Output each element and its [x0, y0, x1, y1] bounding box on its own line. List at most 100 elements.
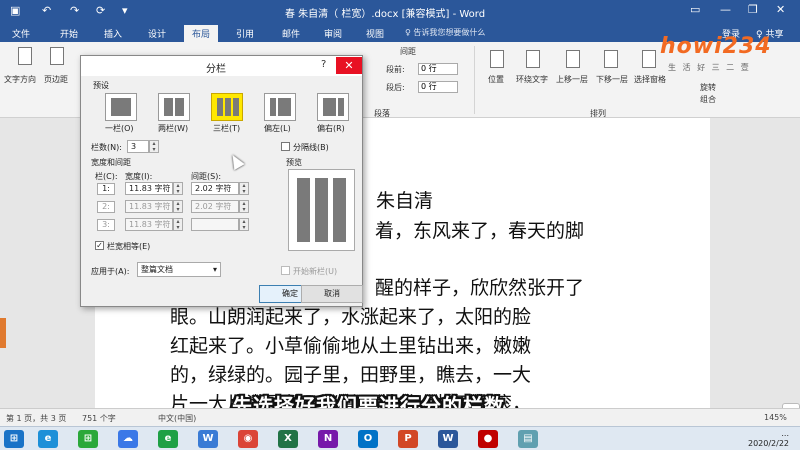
column-width-spinner[interactable]: ▴ ▾ [173, 182, 183, 195]
watermark-text: howi234 [660, 34, 772, 59]
clock-time: ... [781, 429, 790, 438]
tab-home[interactable]: 开始 [60, 27, 78, 40]
doc-line: 红起来了。小草偷偷地从土里钻出来，嫩嫩 [170, 335, 532, 357]
column-spacing-input: 2.02 字符 [191, 200, 239, 213]
preset-one-column[interactable] [105, 93, 137, 121]
preset-label: 偏左(L) [264, 124, 291, 133]
tell-me-search[interactable]: ♀ 告诉我您想要做什么 [405, 27, 485, 38]
num-columns-input[interactable]: 3 [127, 140, 149, 153]
line-between-label: 分隔线(B) [293, 143, 329, 152]
preview-box [288, 169, 355, 251]
equal-width-label: 栏宽相等(E) [107, 242, 151, 251]
dialog-close-button[interactable]: ✕ [336, 57, 362, 74]
bring-forward-label[interactable]: 上移一层 [556, 74, 588, 85]
cancel-button[interactable]: 取消 [301, 285, 363, 303]
wrap-text-label[interactable]: 环绕文字 [516, 74, 548, 85]
window-title: 春 朱自清（ 栏宽）.docx [兼容模式] - Word [285, 9, 486, 20]
column-width-spinner: ▴ ▾ [173, 218, 183, 231]
tab-references[interactable]: 引用 [236, 27, 254, 40]
outlook-icon[interactable]: O [358, 430, 378, 448]
bring-forward-icon[interactable] [566, 50, 580, 68]
wps-icon[interactable]: W [198, 430, 218, 448]
margins-label[interactable]: 页边距 [44, 74, 68, 85]
zoom-level[interactable]: 145% [764, 413, 787, 422]
spacing-header: 间距(S): [191, 172, 222, 181]
column-spacing-spinner[interactable]: ▴ ▾ [239, 182, 249, 195]
preview-label: 预览 [286, 158, 302, 167]
refresh-icon[interactable]: ⟳ [96, 4, 105, 17]
position-icon[interactable] [490, 50, 504, 68]
preset-right[interactable] [317, 93, 349, 121]
watermark-logo: howi234 生 活 好 三 二 壹 [660, 30, 772, 80]
text-direction-label[interactable]: 文字方向 [4, 74, 36, 85]
send-backward-label[interactable]: 下移一层 [596, 74, 628, 85]
clock-date: 2020/2/22 [748, 439, 790, 448]
selection-pane-icon[interactable] [642, 50, 656, 68]
column-spacing-input[interactable]: 2.02 字符 [191, 182, 239, 195]
tab-layout[interactable]: 布局 [184, 25, 219, 42]
space-before-input[interactable]: 0 行 [418, 63, 458, 75]
tab-file[interactable]: 文件 [12, 27, 30, 40]
apply-to-select[interactable]: 整篇文档 ▾ [137, 262, 221, 277]
space-after-input[interactable]: 0 行 [418, 81, 458, 93]
doc-line: 朱自清 [376, 190, 434, 212]
wrap-text-icon[interactable] [526, 50, 540, 68]
send-backward-icon[interactable] [604, 50, 618, 68]
onenote-icon[interactable]: N [318, 430, 338, 448]
tab-insert[interactable]: 插入 [104, 27, 122, 40]
undo-icon[interactable]: ↶ [42, 4, 51, 17]
column-width-input[interactable]: 11.83 字符 [125, 182, 173, 195]
rotate-button[interactable]: 旋转 [700, 82, 716, 93]
group-button[interactable]: 组合 [700, 94, 716, 105]
start-icon[interactable]: ⊞ [4, 430, 24, 448]
ribbon-display-icon[interactable]: ▭ [690, 3, 700, 16]
tab-design[interactable]: 设计 [148, 27, 166, 40]
equal-width-checkbox[interactable]: ✓ [95, 241, 104, 250]
word-icon[interactable]: W [438, 430, 458, 448]
tool-icon[interactable]: ▤ [518, 430, 538, 448]
margins-icon[interactable] [50, 47, 64, 65]
taskbar-clock[interactable]: ... 2020/2/22 [748, 429, 789, 449]
presets-label: 预设 [93, 81, 109, 90]
cloud-icon[interactable]: ☁ [118, 430, 138, 448]
dialog-title: 分栏 [206, 64, 226, 75]
ie2-icon[interactable]: e [158, 430, 178, 448]
apply-to-value: 整篇文档 [141, 265, 173, 274]
maximize-icon[interactable]: ❐ [748, 3, 758, 16]
store-icon[interactable]: ⊞ [78, 430, 98, 448]
help-button[interactable]: ? [321, 59, 326, 70]
redo-icon[interactable]: ↷ [70, 4, 79, 17]
columns-dialog: 分栏 ? ✕ 预设 一栏(O) 两栏(W) 三栏(T) 偏左(L) 偏右(R) … [80, 55, 363, 307]
preset-label: 两栏(W) [158, 124, 189, 133]
customize-icon[interactable]: ▾ [122, 4, 128, 17]
tab-review[interactable]: 审阅 [324, 27, 342, 40]
preset-label: 三栏(T) [213, 124, 241, 133]
preset-two-columns[interactable] [158, 93, 190, 121]
page-count[interactable]: 第 1 页，共 3 页 [6, 413, 66, 424]
powerpoint-icon[interactable]: P [398, 430, 418, 448]
preset-left[interactable] [264, 93, 296, 121]
num-columns-spinner[interactable]: ▴ ▾ [149, 140, 159, 153]
position-label[interactable]: 位置 [488, 74, 504, 85]
tab-mailings[interactable]: 邮件 [282, 27, 300, 40]
language-status[interactable]: 中文(中国) [158, 413, 196, 424]
column-width-input: 11.83 字符 [125, 200, 173, 213]
minimize-icon[interactable]: — [720, 3, 731, 16]
column-spacing-spinner: ▴ ▾ [239, 200, 249, 213]
excel-icon[interactable]: X [278, 430, 298, 448]
chrome-icon[interactable]: ◉ [238, 430, 258, 448]
word-count[interactable]: 751 个字 [82, 413, 116, 424]
line-between-checkbox[interactable] [281, 142, 290, 151]
preset-three-columns[interactable] [211, 93, 243, 121]
close-icon[interactable]: ✕ [776, 3, 785, 16]
ie-icon[interactable]: e [38, 430, 58, 448]
column-width-input: 11.83 字符 [125, 218, 173, 231]
column-number: 1: [97, 183, 115, 195]
dialog-titlebar[interactable]: 分栏 [81, 56, 362, 76]
record-icon[interactable]: ● [478, 430, 498, 448]
watermark-subtext: 生 活 好 三 二 壹 [668, 63, 751, 72]
column-spacing-input [191, 218, 239, 231]
save-icon[interactable]: ▣ [10, 4, 20, 17]
text-direction-icon[interactable] [18, 47, 32, 65]
tab-view[interactable]: 视图 [366, 27, 384, 40]
